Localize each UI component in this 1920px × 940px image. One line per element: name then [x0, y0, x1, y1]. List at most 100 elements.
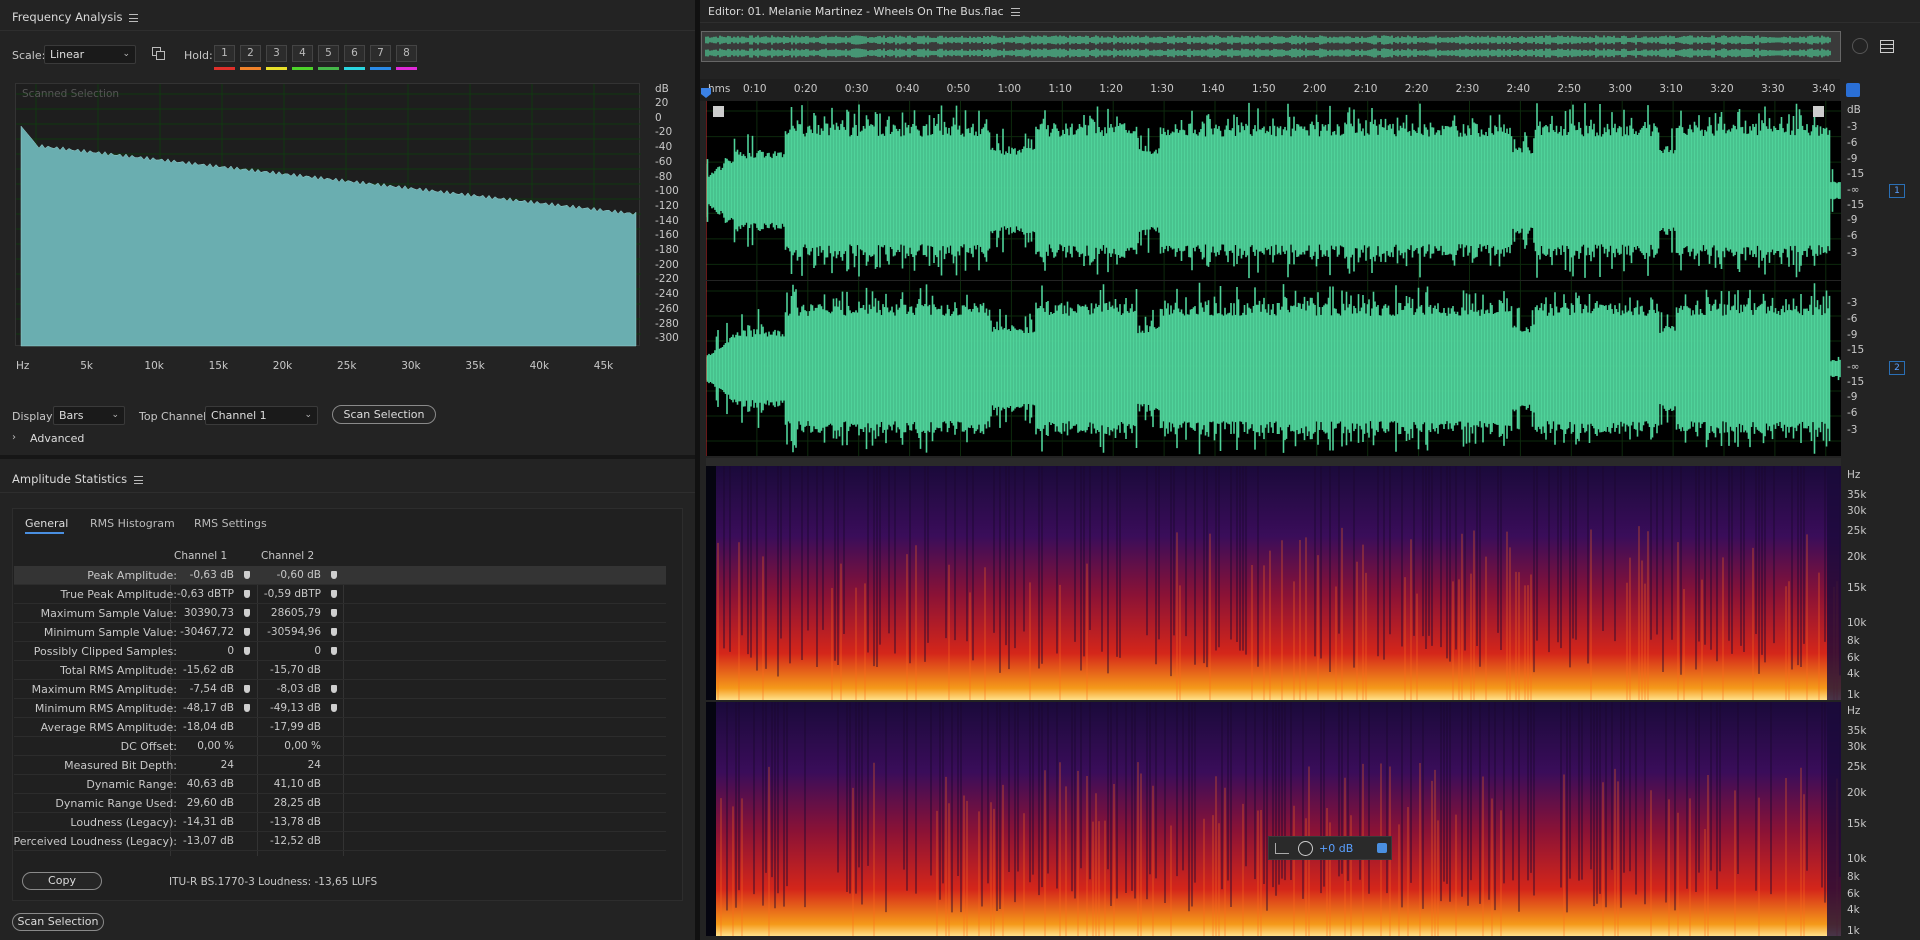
go-to-marker-icon[interactable] [331, 647, 337, 655]
go-to-marker-icon[interactable] [244, 571, 250, 579]
channel-1-badge[interactable]: 1 [1889, 184, 1905, 198]
advanced-toggle[interactable]: Advanced [30, 432, 84, 445]
db-tick: -3 [1847, 121, 1858, 133]
copy-button[interactable]: Copy [22, 872, 102, 890]
hz-tick: 6k [1847, 652, 1860, 664]
spectrogram-channel-2[interactable] [706, 702, 1841, 936]
panel-menu-icon[interactable] [1010, 8, 1020, 16]
scan-selection-button[interactable]: Scan Selection [332, 405, 436, 424]
row-label: Dynamic Range: [86, 778, 177, 791]
gain-hud[interactable]: +0 dB [1268, 836, 1392, 860]
go-to-marker-icon[interactable] [331, 609, 337, 617]
hz-tick: 45k [593, 360, 614, 372]
db-unit-label: dB [655, 83, 669, 95]
hold-button-1[interactable]: 1 [214, 45, 235, 62]
hz-unit-label: Hz [1847, 469, 1861, 481]
spectrogram-ch1-plot [706, 466, 1841, 700]
db-tick: 20 [655, 97, 669, 109]
db-tick: -9 [1847, 214, 1858, 226]
scale-label: Scale: [12, 49, 46, 62]
db-tick: -9 [1847, 153, 1858, 165]
display-select[interactable]: Bars ⌄ [53, 406, 125, 425]
panel-divider [0, 455, 695, 459]
panel-menu-icon[interactable] [129, 13, 139, 22]
table-row: Measured Bit Depth: 24 24 [14, 756, 666, 775]
chevron-right-icon[interactable]: › [12, 432, 16, 443]
channel-1-value: 29,60 dB [186, 797, 234, 809]
go-to-marker-icon[interactable] [331, 704, 337, 712]
tab-rms-settings[interactable]: RMS Settings [194, 517, 267, 530]
go-to-marker-icon[interactable] [331, 685, 337, 693]
go-to-marker-icon[interactable] [331, 628, 337, 636]
headphones-icon[interactable] [1846, 83, 1860, 97]
channel-1-value: 30390,73 [183, 607, 234, 619]
hold-color-bar [396, 67, 417, 70]
row-label: True Peak Amplitude: [60, 588, 177, 601]
scale-select[interactable]: Linear ⌄ [44, 45, 136, 64]
hold-button-6[interactable]: 6 [344, 45, 365, 62]
hz-tick: 30k [401, 360, 421, 372]
waveform-channel-2[interactable] [705, 281, 1841, 456]
hz-tick: 15k [1847, 818, 1867, 830]
panel-menu-icon[interactable] [134, 475, 144, 484]
frequency-analysis-label: Frequency Analysis [12, 10, 123, 24]
hz-tick: 25k [1847, 761, 1867, 773]
db-tick: -200 [655, 258, 679, 271]
db-tick: -3 [1847, 424, 1858, 436]
hold-button-5[interactable]: 5 [318, 45, 339, 62]
go-to-marker-icon[interactable] [244, 704, 250, 712]
overview-navigator[interactable] [701, 31, 1841, 62]
amplitude-statistics-title: Amplitude Statistics [12, 472, 144, 486]
waveform-channel-1[interactable] [705, 101, 1841, 280]
db-tick: -15 [1847, 199, 1865, 211]
zoom-icon[interactable] [1852, 38, 1868, 54]
hold-button-7[interactable]: 7 [370, 45, 391, 62]
go-to-marker-icon[interactable] [244, 685, 250, 693]
go-to-marker-icon[interactable] [244, 647, 250, 655]
db-tick: -6 [1847, 407, 1858, 419]
top-channel-select[interactable]: Channel 1 ⌄ [205, 406, 318, 425]
row-label: Measured Bit Depth: [64, 759, 177, 772]
go-to-marker-icon[interactable] [331, 571, 337, 579]
hold-button-8[interactable]: 8 [396, 45, 417, 62]
go-to-marker-icon[interactable] [244, 609, 250, 617]
db-tick: -3 [1847, 247, 1858, 259]
table-row: Minimum Sample Value: -30467,72 -30594,96 [14, 623, 666, 642]
go-to-marker-icon[interactable] [331, 590, 337, 598]
table-row: Perceived Loudness (Legacy): -13,07 dB -12… [13, 832, 666, 851]
hz-tick: Hz [16, 360, 30, 372]
hold-button-2[interactable]: 2 [240, 45, 261, 62]
link-channels-icon[interactable] [152, 47, 166, 61]
channel-1-value: 0,00 % [197, 740, 234, 752]
hz-tick: 4k [1847, 904, 1860, 916]
fade-in-handle-icon[interactable] [713, 106, 724, 117]
pin-icon[interactable] [1377, 843, 1387, 853]
layout-icon[interactable] [1880, 40, 1894, 53]
gain-knob[interactable] [1298, 841, 1313, 856]
fade-out-handle-icon[interactable] [1813, 106, 1824, 117]
view-splitter[interactable] [706, 458, 1841, 466]
spectrogram-channel-1[interactable] [706, 466, 1841, 700]
time-tick: 3:20 [1710, 83, 1734, 95]
row-label: Minimum Sample Value: [43, 626, 177, 639]
go-to-marker-icon[interactable] [244, 628, 250, 636]
db-unit-label: dB [1847, 104, 1861, 116]
hold-button-3[interactable]: 3 [266, 45, 287, 62]
db-tick: -6 [1847, 137, 1858, 149]
channel-2-badge[interactable]: 2 [1889, 361, 1905, 375]
channel-1-value: -48,17 dB [182, 702, 234, 714]
go-to-marker-icon[interactable] [244, 590, 250, 598]
hold-color-bar [240, 67, 261, 70]
tab-rms-histogram[interactable]: RMS Histogram [90, 517, 175, 530]
db-tick: -160 [655, 229, 679, 242]
table-row: Minimum RMS Amplitude: -48,17 dB -49,13 dB [14, 699, 666, 718]
editor-file-title: Editor: 01. Melanie Martinez - Wheels On… [708, 5, 1004, 18]
tab-general[interactable]: General [25, 517, 68, 530]
db-tick: -300 [655, 332, 679, 345]
hold-button-4[interactable]: 4 [292, 45, 313, 62]
frequency-graph[interactable]: Scanned Selection [15, 83, 641, 347]
db-tick: -6 [1847, 230, 1858, 242]
scan-selection-bottom-button[interactable]: Scan Selection [12, 913, 104, 931]
row-label: Loudness (Legacy): [70, 816, 177, 829]
time-tick: 0:30 [844, 83, 869, 95]
